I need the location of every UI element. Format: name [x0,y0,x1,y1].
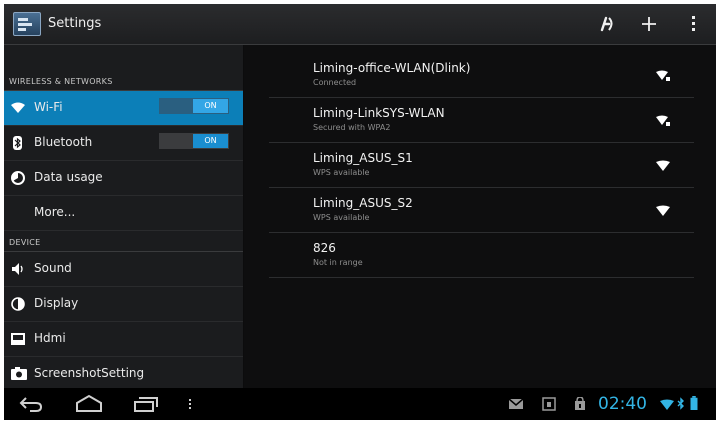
network-name: 826 [313,241,336,255]
action-bar: Settings [4,4,716,45]
sidebar-item-hdmi[interactable]: Hdmi [4,322,243,357]
sidebar-item-label: Wi-Fi [34,100,63,114]
back-icon[interactable] [18,394,44,414]
toggle-state: ON [193,99,228,113]
wps-button[interactable] [594,10,620,38]
store-icon[interactable] [573,397,587,411]
bluetooth-toggle[interactable]: ON [159,133,229,149]
sidebar-item-data-usage[interactable]: Data usage [4,161,243,196]
page-title: Settings [48,16,102,31]
sidebar-item-more[interactable]: More... [4,196,243,231]
plus-icon [642,17,656,31]
overflow-menu-button[interactable] [686,10,702,38]
sidebar-item-label: More... [34,205,76,219]
network-status: Connected [313,78,357,87]
wifi-toggle[interactable]: ON [159,98,229,114]
network-status: WPS available [313,168,370,177]
bluetooth-icon [13,136,22,150]
settings-app-icon[interactable] [13,12,41,36]
sidebar-item-label: Hdmi [34,331,66,345]
gmail-icon[interactable] [508,397,524,411]
sidebar-item-label: Display [34,296,79,310]
wifi-signal-locked-icon [656,70,670,81]
wifi-signal-icon [656,160,670,171]
sidebar-item-sound[interactable]: Sound [4,252,243,287]
network-status: Not in range [313,258,363,267]
sidebar-item-screenshot[interactable]: ScreenshotSetting [4,357,243,392]
camera-icon [11,367,27,380]
network-item[interactable]: Liming-LinkSYS-WLAN Secured with WPA2 [269,98,694,143]
settings-headers-panel: WIRELESS & NETWORKS Wi-Fi ON Bluetooth O… [4,45,243,392]
sidebar-item-label: Data usage [34,170,103,184]
network-item[interactable]: Liming-office-WLAN(Dlink) Connected [269,53,694,98]
network-item[interactable]: Liming_ASUS_S1 WPS available [269,143,694,188]
network-name: Liming_ASUS_S1 [313,151,413,165]
wifi-icon [11,102,25,113]
network-name: Liming_ASUS_S2 [313,196,413,210]
network-name: Liming-LinkSYS-WLAN [313,106,445,120]
sidebar-item-bluetooth[interactable]: Bluetooth ON [4,126,243,161]
sidebar-item-label: ScreenshotSetting [34,366,145,380]
wifi-signal-locked-icon [656,115,670,126]
hdmi-icon [11,333,25,345]
more-vert-icon [692,16,695,31]
network-status: WPS available [313,213,370,222]
wifi-signal-icon [656,205,670,216]
menu-icon[interactable] [187,394,193,414]
clock[interactable]: 02:40 [598,394,647,414]
wps-icon [600,16,613,32]
recent-apps-icon[interactable] [132,394,160,414]
home-icon[interactable] [74,394,104,414]
network-item[interactable]: 826 Not in range [269,233,694,278]
wifi-status-icon [660,399,674,410]
wifi-networks-panel: Liming-office-WLAN(Dlink) Connected Limi… [244,45,716,388]
sidebar-item-display[interactable]: Display [4,287,243,322]
sidebar-item-label: Sound [34,261,72,275]
section-header-device: DEVICE [9,238,41,247]
add-network-button[interactable] [636,10,662,38]
sidebar-item-wifi[interactable]: Wi-Fi ON [4,91,243,126]
system-bar: 02:40 [4,388,716,420]
sidebar-item-label: Bluetooth [34,135,93,149]
toggle-state: ON [193,134,228,148]
section-header-wireless: WIRELESS & NETWORKS [9,77,113,86]
speaker-icon [12,263,23,275]
display-icon [11,297,25,311]
network-status: Secured with WPA2 [313,123,391,132]
network-name: Liming-office-WLAN(Dlink) [313,61,471,75]
bluetooth-status-icon [677,397,684,410]
network-item[interactable]: Liming_ASUS_S2 WPS available [269,188,694,233]
calendar-icon[interactable] [542,397,556,411]
settings-screen: Settings WIRELESS & NETWORKS Wi-Fi ON Bl… [4,4,716,420]
data-usage-icon [11,171,25,185]
battery-icon [690,396,698,410]
